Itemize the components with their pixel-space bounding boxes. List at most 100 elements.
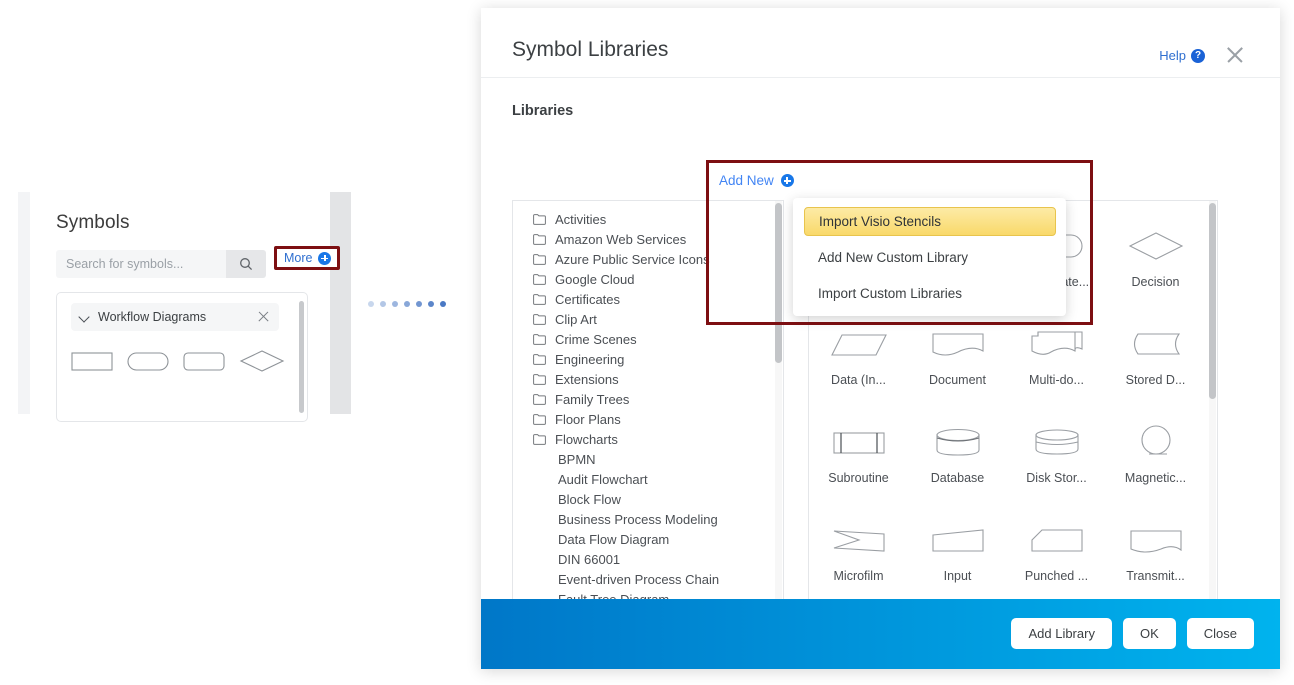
symbol-cell[interactable]: Document xyxy=(908,315,1007,413)
folder-icon xyxy=(533,393,546,405)
symbol-cell[interactable]: Microfilm xyxy=(809,511,908,609)
library-tree-item[interactable]: Business Process Modeling xyxy=(513,509,783,529)
folder-icon xyxy=(533,433,546,445)
search-icon xyxy=(240,258,253,271)
library-tree-item[interactable]: Crime Scenes xyxy=(513,329,783,349)
library-tree-item[interactable]: Floor Plans xyxy=(513,409,783,429)
dot xyxy=(404,301,410,307)
dropdown-menu-item[interactable]: Import Visio Stencils xyxy=(804,207,1056,236)
shape-rectangle[interactable] xyxy=(71,349,113,373)
folder-icon xyxy=(533,313,546,325)
shape-rounded-rectangle[interactable] xyxy=(183,349,225,373)
library-tree-item[interactable]: Extensions xyxy=(513,369,783,389)
library-tree-item[interactable]: Certificates xyxy=(513,289,783,309)
shape-stadium[interactable] xyxy=(127,349,169,373)
library-tree-list: Activities Amazon Web Services Azure Publi… xyxy=(513,209,783,609)
library-tree-item[interactable]: Engineering xyxy=(513,349,783,369)
search-button[interactable] xyxy=(226,250,266,278)
library-tree-item[interactable]: Flowcharts xyxy=(513,429,783,449)
symbol-cell[interactable]: Stored D... xyxy=(1106,315,1205,413)
symbol-cell[interactable]: Data (In... xyxy=(809,315,908,413)
library-tree-item-label: Flowcharts xyxy=(555,431,618,447)
symbol-cell[interactable]: Magnetic... xyxy=(1106,413,1205,511)
symbol-label: Microfilm xyxy=(833,569,884,583)
symbol-glyph xyxy=(832,511,886,569)
library-tree-item[interactable]: Audit Flowchart xyxy=(513,469,783,489)
symbol-cell[interactable]: Database xyxy=(908,413,1007,511)
library-tree-item-label: DIN 66001 xyxy=(558,551,621,567)
library-tree-item[interactable]: BPMN xyxy=(513,449,783,469)
loading-dots xyxy=(368,301,446,307)
symbol-glyph xyxy=(931,413,985,471)
symbol-glyph xyxy=(1127,217,1185,275)
symbol-label: Input xyxy=(943,569,972,583)
library-tree-item[interactable]: Event-driven Process Chain xyxy=(513,569,783,589)
library-tree-item[interactable]: Google Cloud xyxy=(513,269,783,289)
folder-icon xyxy=(533,293,546,305)
dropdown-menu-item[interactable]: Add New Custom Library xyxy=(793,242,1066,272)
symbol-label: Decision xyxy=(1131,275,1180,289)
dialog-close-button[interactable] xyxy=(1226,46,1244,64)
shape-diamond[interactable] xyxy=(239,348,285,374)
help-link[interactable]: Help ? xyxy=(1159,48,1205,63)
symbol-cell[interactable]: Subroutine xyxy=(809,413,908,511)
symbol-cell[interactable]: Multi-do... xyxy=(1007,315,1106,413)
dialog-header: Symbol Libraries Help ? xyxy=(481,8,1280,78)
library-tree-item[interactable]: Amazon Web Services xyxy=(513,229,783,249)
shape-group-title: Workflow Diagrams xyxy=(98,310,207,324)
add-new-label: Add New xyxy=(719,173,774,188)
library-tree-item[interactable]: Clip Art xyxy=(513,309,783,329)
library-tree-item-label: Amazon Web Services xyxy=(555,231,687,247)
search-input[interactable] xyxy=(56,250,226,278)
symbol-label: Multi-do... xyxy=(1029,373,1084,387)
library-tree-item-label: Engineering xyxy=(555,351,625,367)
library-tree-item[interactable]: Family Trees xyxy=(513,389,783,409)
help-label: Help xyxy=(1159,48,1186,63)
library-tree-item[interactable]: Azure Public Service Icons xyxy=(513,249,783,269)
add-library-button[interactable]: Add Library xyxy=(1011,618,1112,649)
symbol-cell[interactable]: Decision xyxy=(1106,217,1205,315)
symbol-cell[interactable]: Input xyxy=(908,511,1007,609)
folder-icon xyxy=(533,353,546,365)
symbol-cell[interactable]: Transmit... xyxy=(1106,511,1205,609)
close-icon[interactable] xyxy=(258,311,270,323)
library-tree-item[interactable]: DIN 66001 xyxy=(513,549,783,569)
library-tree-item[interactable]: Data Flow Diagram xyxy=(513,529,783,549)
more-button-highlight[interactable]: More xyxy=(274,246,341,270)
symbols-grid-scrollbar-thumb[interactable] xyxy=(1209,203,1216,399)
symbol-glyph xyxy=(830,315,888,373)
symbol-label: Data (In... xyxy=(831,373,886,387)
symbol-glyph xyxy=(1129,315,1183,373)
close-button[interactable]: Close xyxy=(1186,618,1254,649)
dialog-body: Libraries Add New Activities Amazon Web S… xyxy=(481,78,1280,618)
symbol-libraries-dialog: Symbol Libraries Help ? Libraries Add Ne… xyxy=(481,8,1280,669)
library-tree-item-label: Block Flow xyxy=(558,491,621,507)
shape-group-header[interactable]: Workflow Diagrams xyxy=(71,303,279,331)
symbols-panel-scrollbar[interactable] xyxy=(299,301,304,413)
symbol-glyph xyxy=(1129,511,1183,569)
ok-button[interactable]: OK xyxy=(1122,618,1176,649)
chevron-down-icon xyxy=(80,312,90,322)
symbol-glyph xyxy=(832,413,886,471)
symbols-panel: Symbols More Workflow Diagrams xyxy=(30,192,341,422)
library-tree-item-label: Clip Art xyxy=(555,311,597,327)
library-tree-item-label: Family Trees xyxy=(555,391,630,407)
library-tree: Activities Amazon Web Services Azure Publi… xyxy=(512,200,784,618)
library-tree-item[interactable]: Activities xyxy=(513,209,783,229)
add-new-button[interactable]: Add New xyxy=(719,173,794,188)
screen: Symbols More Workflow Diagrams xyxy=(0,0,1294,685)
folder-icon xyxy=(533,333,546,345)
library-tree-item-label: Crime Scenes xyxy=(555,331,637,347)
left-gutter-strip xyxy=(18,192,30,414)
folder-icon xyxy=(533,373,546,385)
library-tree-item-label: Event-driven Process Chain xyxy=(558,571,720,587)
folder-icon xyxy=(533,213,546,225)
dropdown-menu-item[interactable]: Import Custom Libraries xyxy=(793,278,1066,308)
library-tree-item[interactable]: Block Flow xyxy=(513,489,783,509)
symbol-cell[interactable]: Disk Stor... xyxy=(1007,413,1106,511)
right-gutter-strip xyxy=(330,192,351,414)
dot xyxy=(440,301,446,307)
symbols-shapes-card: Workflow Diagrams xyxy=(56,292,308,422)
dot xyxy=(368,301,374,307)
symbol-cell[interactable]: Punched ... xyxy=(1007,511,1106,609)
